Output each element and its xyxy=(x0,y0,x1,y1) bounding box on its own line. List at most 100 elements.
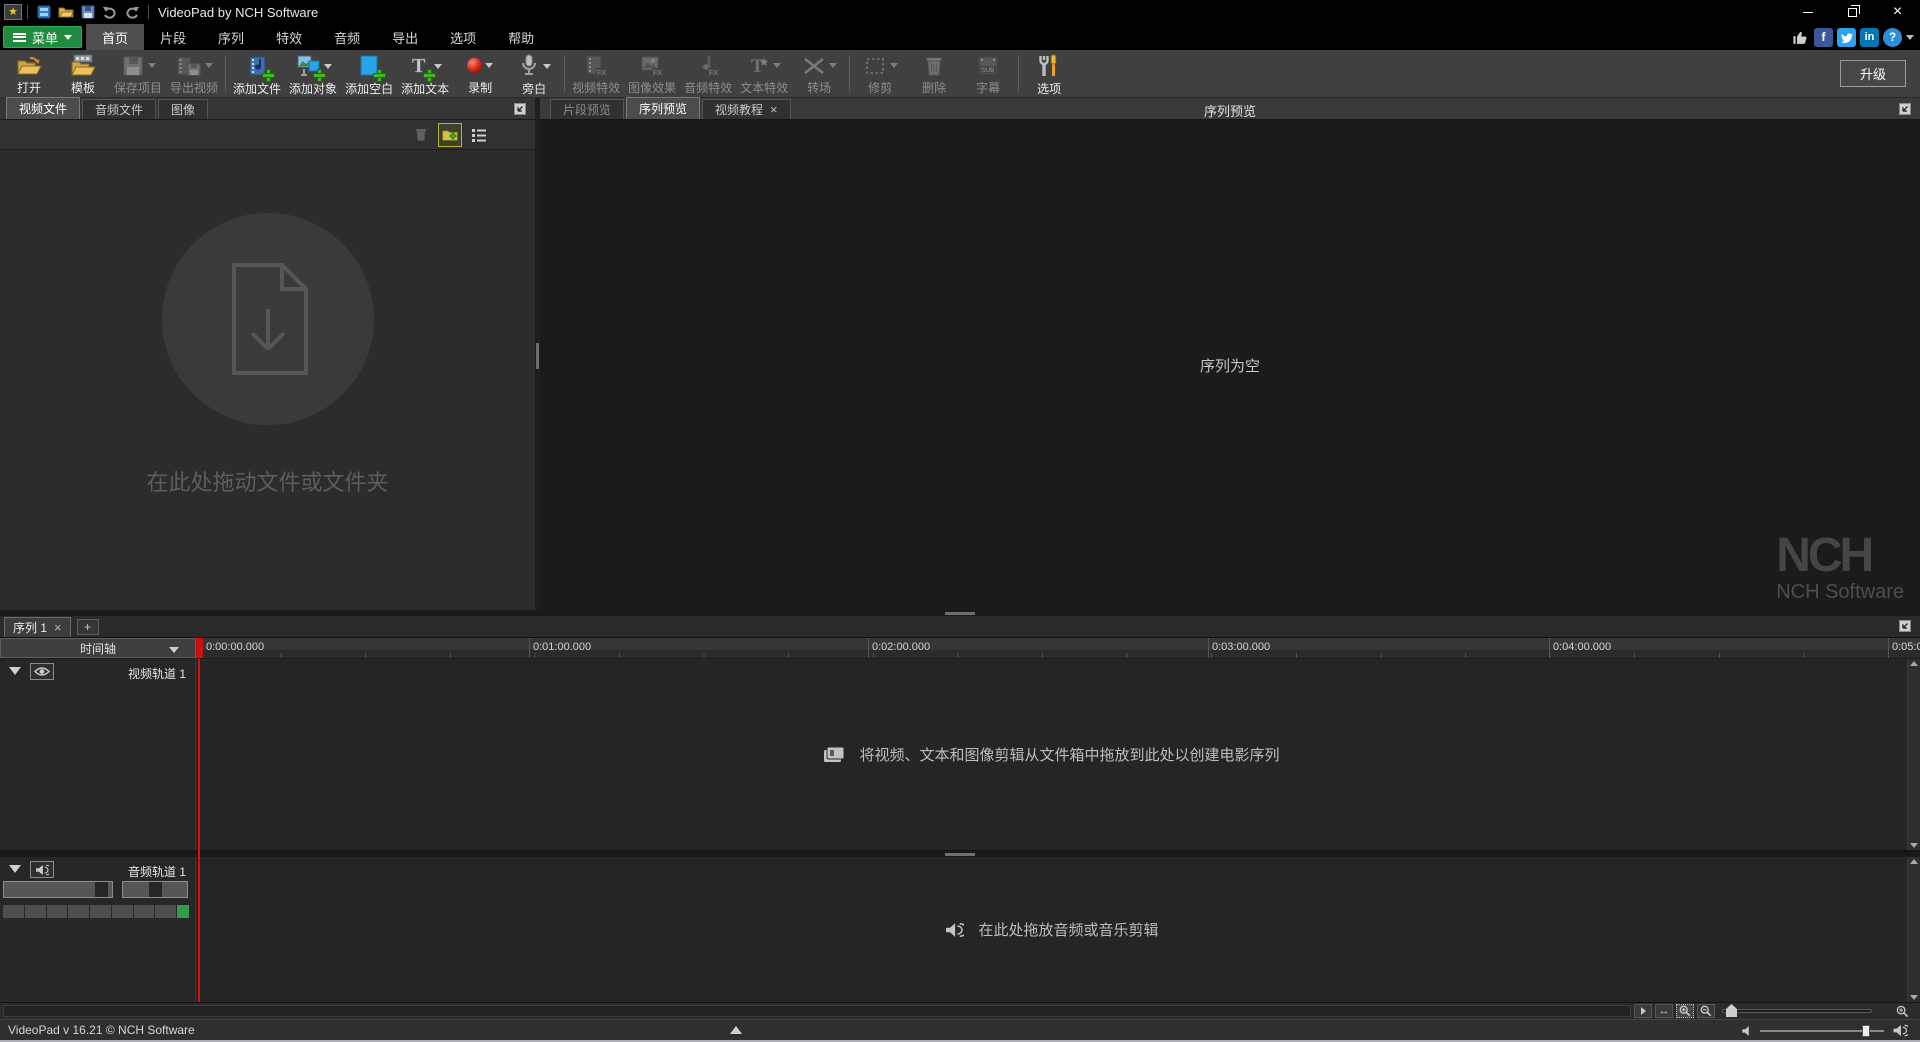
expand-panel-icon[interactable] xyxy=(730,1026,742,1034)
record-button[interactable]: 录制 xyxy=(453,50,507,97)
volume-min-icon[interactable] xyxy=(1739,1025,1752,1037)
collapse-track-icon[interactable] xyxy=(9,865,21,873)
tab-audio-files[interactable]: 音频文件 xyxy=(82,99,156,119)
menu-tab-options[interactable]: 选项 xyxy=(434,24,492,50)
scroll-up-icon[interactable] xyxy=(1910,859,1918,864)
linkedin-icon[interactable]: in xyxy=(1860,28,1879,47)
menu-tab-sequence[interactable]: 序列 xyxy=(202,24,260,50)
main-menu-button[interactable]: 菜单 xyxy=(3,26,82,48)
zoom-full-button[interactable] xyxy=(1893,1004,1911,1018)
tab-clip-preview[interactable]: 片段预览 xyxy=(550,99,624,119)
restore-button[interactable] xyxy=(1830,0,1875,24)
twitter-icon[interactable] xyxy=(1837,28,1856,47)
add-folder-button[interactable] xyxy=(438,123,462,147)
add-text-button[interactable]: T 添加文本 xyxy=(397,50,453,97)
scroll-down-icon[interactable] xyxy=(1910,843,1918,848)
zoom-out-button[interactable] xyxy=(1697,1004,1715,1018)
image-effects-button[interactable]: FX 图像效果 xyxy=(624,50,680,97)
video-track-scrollbar[interactable] xyxy=(1907,659,1920,850)
menu-tab-clip[interactable]: 片段 xyxy=(144,24,202,50)
timeline-zoom-slider[interactable] xyxy=(1722,1004,1872,1018)
add-blank-button[interactable]: 添加空白 xyxy=(341,50,397,97)
collapse-track-icon[interactable] xyxy=(9,667,21,675)
help-dropdown-icon[interactable] xyxy=(1906,35,1914,40)
menu-tab-help[interactable]: 帮助 xyxy=(492,24,550,50)
export-video-button[interactable]: 导出视频 xyxy=(166,50,222,97)
list-view-button[interactable] xyxy=(467,123,491,147)
text-effects-button[interactable]: T 文本特效 xyxy=(736,50,792,97)
timeline-mode-dropdown[interactable]: 时间轴 xyxy=(0,638,196,658)
volume-slider-thumb[interactable] xyxy=(1862,1025,1870,1037)
video-track-lane[interactable]: 将视频、文本和图像剪辑从文件箱中拖放到此处以创建电影序列 xyxy=(196,659,1907,850)
undo-icon[interactable] xyxy=(101,3,119,21)
menu-tab-home[interactable]: 首页 xyxy=(86,24,144,50)
horizontal-scroll-track[interactable] xyxy=(3,1005,1631,1017)
menu-tab-export[interactable]: 导出 xyxy=(376,24,434,50)
track-pan-slider[interactable] xyxy=(122,881,188,898)
video-effects-button[interactable]: FX 视频特效 xyxy=(568,50,624,97)
playhead-marker[interactable] xyxy=(196,638,203,658)
new-sequence-button[interactable]: + xyxy=(77,619,99,635)
help-icon[interactable]: ? xyxy=(1883,28,1902,47)
track-volume-slider[interactable] xyxy=(3,881,113,898)
menu-tab-audio[interactable]: 音频 xyxy=(318,24,376,50)
scroll-up-icon[interactable] xyxy=(1910,661,1918,666)
detach-panel-icon[interactable] xyxy=(513,102,527,116)
tab-video-tutorial[interactable]: 视频教程 × xyxy=(702,99,791,119)
audio-effects-button[interactable]: FX 音频特效 xyxy=(680,50,736,97)
open-project-icon[interactable] xyxy=(57,3,75,21)
tab-images[interactable]: 图像 xyxy=(158,99,208,119)
close-tab-icon[interactable]: × xyxy=(770,102,778,117)
scroll-down-icon[interactable] xyxy=(1910,995,1918,1000)
bin-drop-zone[interactable]: 在此处拖动文件或文件夹 xyxy=(0,150,535,610)
open-button[interactable]: 打开 xyxy=(2,50,56,97)
subtitle-button[interactable]: SUB 字幕 xyxy=(961,50,1015,97)
track-mute-toggle[interactable] xyxy=(30,861,54,878)
redo-icon[interactable] xyxy=(123,3,141,21)
preview-tab-bar: 片段预览 序列预览 视频教程 × 序列预览 xyxy=(540,98,1920,120)
bin-delete-button[interactable] xyxy=(409,123,433,147)
track-visibility-toggle[interactable] xyxy=(30,663,54,680)
time-ruler[interactable]: 0:00:00.000 0:01:00.000 0:02:00.000 0:03… xyxy=(196,638,1920,658)
close-button[interactable]: × xyxy=(1875,0,1920,24)
audio-track-scrollbar[interactable] xyxy=(1907,857,1920,1002)
zoom-slider-thumb[interactable] xyxy=(1726,1004,1737,1017)
save-project-button[interactable]: 保存项目 xyxy=(110,50,166,97)
zoom-fit-button[interactable]: ↔ xyxy=(1655,1004,1673,1018)
scroll-right-button[interactable] xyxy=(1634,1004,1652,1018)
template-button[interactable]: 模板 xyxy=(56,50,110,97)
thumbs-up-icon[interactable] xyxy=(1791,28,1810,47)
new-project-icon[interactable] xyxy=(35,3,53,21)
close-sequence-icon[interactable]: × xyxy=(54,620,62,635)
delete-button[interactable]: 删除 xyxy=(907,50,961,97)
volume-slider[interactable] xyxy=(1760,1024,1884,1038)
detach-panel-icon[interactable] xyxy=(1898,102,1912,116)
add-file-button[interactable]: 添加文件 xyxy=(229,50,285,97)
pan-slider-thumb[interactable] xyxy=(149,882,162,897)
preview-viewport[interactable]: 序列为空 NCH NCH Software xyxy=(540,120,1920,610)
menu-tab-effects[interactable]: 特效 xyxy=(260,24,318,50)
zoom-in-button[interactable] xyxy=(1676,1004,1694,1018)
volume-slider-thumb[interactable] xyxy=(95,882,108,897)
upgrade-button[interactable]: 升级 xyxy=(1840,60,1906,87)
detach-panel-icon[interactable] xyxy=(1898,619,1912,633)
minimize-button[interactable] xyxy=(1785,0,1830,24)
sequence-tab[interactable]: 序列 1 × xyxy=(4,617,71,637)
add-object-button[interactable]: 添加对象 xyxy=(285,50,341,97)
clips-icon xyxy=(823,746,845,763)
tab-video-files[interactable]: 视频文件 xyxy=(6,97,80,119)
plus-badge-icon xyxy=(314,70,325,81)
watermark-logo: NCH xyxy=(1776,532,1904,580)
options-button[interactable]: 选项 xyxy=(1022,50,1076,97)
audio-track-lane[interactable]: 在此处拖放音频或音乐剪辑 xyxy=(196,857,1907,1002)
tab-sequence-preview[interactable]: 序列预览 xyxy=(626,97,700,119)
volume-max-icon[interactable] xyxy=(1892,1024,1908,1037)
transition-button[interactable]: 转场 xyxy=(792,50,846,97)
ribbon-separator xyxy=(564,55,565,92)
dropdown-arrow-icon xyxy=(205,63,213,68)
options-tools-icon xyxy=(1036,53,1062,79)
facebook-icon[interactable]: f xyxy=(1814,28,1833,47)
narrate-button[interactable]: 旁白 xyxy=(507,50,561,97)
trim-button[interactable]: 修剪 xyxy=(853,50,907,97)
save-project-icon[interactable] xyxy=(79,3,97,21)
